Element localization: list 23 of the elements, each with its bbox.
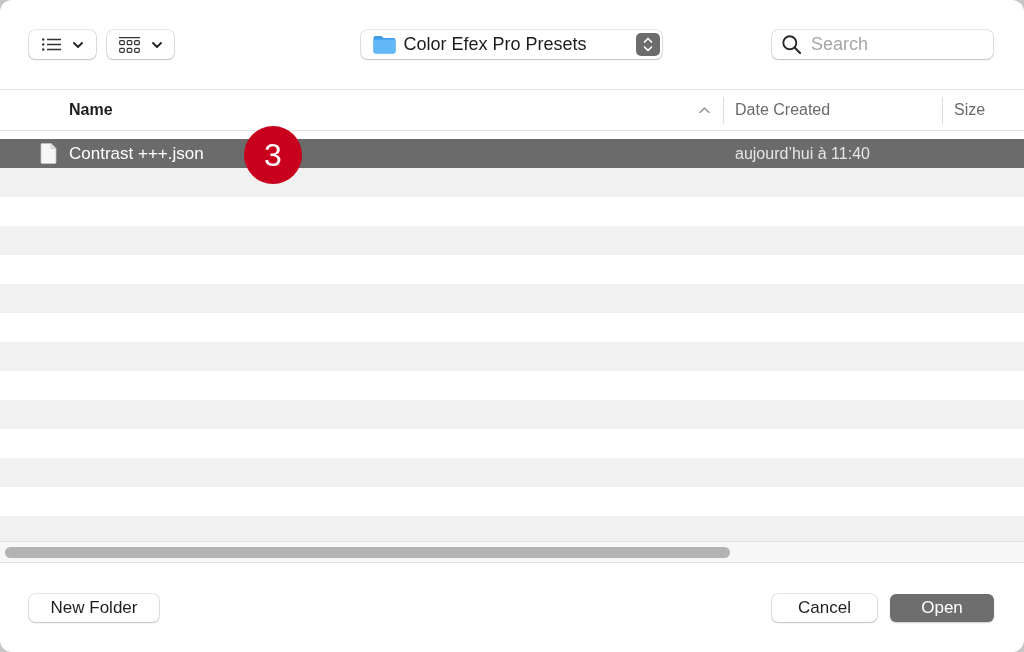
search-icon xyxy=(782,35,801,54)
dialog-button[interactable]: New Folder xyxy=(29,593,159,622)
column-header[interactable]: Size xyxy=(942,96,1024,124)
horizontal-scrollbar[interactable] xyxy=(0,541,1024,563)
grid-view-button[interactable] xyxy=(107,30,174,59)
dialog-button[interactable]: Cancel xyxy=(772,593,877,622)
file-name: Contrast +++.json xyxy=(69,143,204,164)
document-icon xyxy=(40,143,57,164)
stepper-icon xyxy=(635,33,660,56)
column-header[interactable]: Date Created xyxy=(723,96,942,124)
date-created-text: aujourd’hui à 11:40 xyxy=(735,144,870,162)
column-header[interactable]: Name xyxy=(0,96,723,124)
scrollbar-thumb[interactable] xyxy=(5,546,730,558)
grid-icon xyxy=(119,36,140,53)
search-field[interactable]: Search xyxy=(772,30,993,59)
list-icon xyxy=(42,38,61,51)
sort-caret-icon xyxy=(699,107,710,113)
list-view-button[interactable] xyxy=(29,30,96,59)
folder-icon xyxy=(372,35,396,54)
chevron-down-icon xyxy=(152,41,162,48)
location-popup[interactable]: Color Efex Pro Presets xyxy=(360,30,662,59)
primary-button[interactable]: Open xyxy=(890,593,994,622)
chevron-down-icon xyxy=(73,41,83,48)
